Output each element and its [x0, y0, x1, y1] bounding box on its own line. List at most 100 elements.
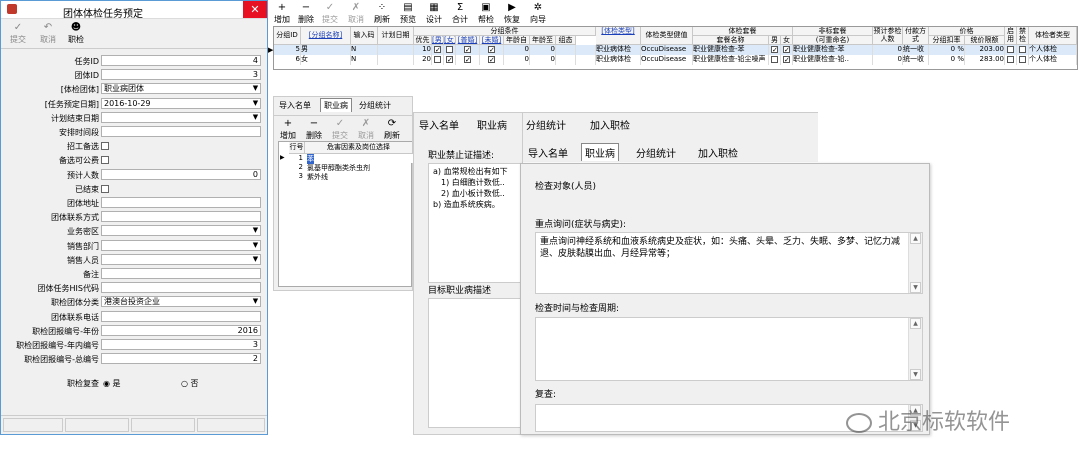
grid-cell-prio[interactable]: 20 — [414, 55, 432, 65]
grid-cell-male[interactable] — [432, 45, 444, 55]
panel-tab-occu[interactable]: 职业病 — [474, 116, 510, 133]
grid-cell-id[interactable]: 6 — [274, 55, 301, 65]
grid-cell-married[interactable] — [456, 55, 480, 65]
chevron-down-icon[interactable]: ▼ — [251, 84, 260, 93]
time-text[interactable]: ▲ ▼ — [535, 317, 923, 381]
grid-checkbox[interactable] — [1007, 45, 1014, 53]
grid-cell-etype[interactable]: OccuDisease — [641, 45, 693, 55]
col-plan[interactable]: 计划日期 — [378, 27, 414, 45]
field-checkbox[interactable] — [101, 184, 109, 193]
panel-tab-join[interactable]: 加入职检 — [587, 116, 633, 133]
grid-cell-exam[interactable]: 职业病体检 — [596, 55, 641, 65]
grid-cell-id[interactable]: 5 — [274, 45, 301, 55]
grid-cell-grp[interactable] — [556, 55, 576, 65]
grid-cell-pay[interactable]: 统一收 — [903, 55, 929, 65]
col-age-to[interactable]: 年龄至 — [530, 36, 556, 45]
col-id[interactable]: 分组ID — [274, 27, 301, 45]
col-est[interactable]: 预计参检人数 — [873, 27, 903, 45]
grid-cell-en[interactable] — [1005, 55, 1017, 65]
key-inquiry-text[interactable]: 重点询问神经系统和血液系统病史及症状，如：头痛、头晕、乏力、失眠、多梦、记忆力减… — [535, 232, 923, 294]
col-grp[interactable]: 组态 — [556, 36, 576, 45]
grid-cell-est[interactable]: 0 — [873, 45, 903, 55]
mid-tab-occu[interactable]: 职业病 — [320, 98, 352, 112]
close-button[interactable]: ✕ — [243, 1, 267, 18]
chevron-down-icon[interactable]: ▼ — [251, 241, 260, 250]
help-button[interactable]: ▣ 帮检 — [474, 2, 498, 25]
grid-cell-who[interactable]: 个人体检 — [1029, 45, 1077, 55]
cancel-button-main[interactable]: ✗ 取消 — [344, 2, 368, 25]
col-enabled[interactable]: 启用 — [1005, 27, 1017, 45]
field-input[interactable]: 职业病团体 ▼ — [101, 83, 261, 95]
mid-add-button[interactable]: + 增加 — [276, 118, 300, 141]
mid-submit-button[interactable]: ✓ 提交 — [328, 118, 352, 141]
submit-button[interactable]: ✓ 提交 — [5, 21, 31, 45]
mid-refresh-button[interactable]: ⟳ 刷新 — [380, 118, 404, 141]
grid-checkbox[interactable] — [464, 45, 471, 53]
grid-cell-x[interactable] — [576, 45, 596, 55]
field-input[interactable]: 2016-10-29 ▼ — [101, 97, 261, 109]
chevron-down-icon[interactable]: ▼ — [251, 113, 260, 122]
grid-cell-code[interactable]: N — [351, 45, 378, 55]
grid-cell-female[interactable] — [444, 55, 456, 65]
grid-checkbox[interactable] — [783, 45, 790, 53]
grid-cell-married[interactable] — [456, 45, 480, 55]
grid-cell-pkgname[interactable]: 职业健康检查-铅尘噪声 — [693, 55, 769, 65]
sum-button[interactable]: Σ 合计 — [448, 2, 472, 25]
hazard-row[interactable]: 3 紫外线 — [279, 172, 413, 181]
grid-checkbox[interactable] — [1007, 55, 1014, 63]
mid-tab-import[interactable]: 导入名单 — [276, 99, 314, 112]
mid-delete-button[interactable]: − 删除 — [302, 118, 326, 141]
grid-cell-female[interactable] — [444, 45, 456, 55]
grid-checkbox[interactable] — [771, 55, 778, 63]
col-forbid[interactable]: 禁检 — [1017, 27, 1029, 45]
grid-cell-nonstd[interactable]: 职业健康检查-苯 — [793, 45, 873, 55]
refresh-button[interactable]: ⁘ 刷新 — [370, 2, 394, 25]
field-checkbox[interactable] — [101, 156, 109, 165]
grid-cell-agefrom[interactable]: 0 — [504, 45, 530, 55]
col-disc[interactable]: 分组扣率 — [929, 36, 965, 45]
field-input[interactable] — [101, 268, 261, 279]
col-exam-key[interactable]: 体检类型健值 — [641, 27, 693, 45]
grid-cell-ageto[interactable]: 0 — [530, 55, 556, 65]
grid-cell-nonstd[interactable]: 职业健康检查-铅.. — [793, 55, 873, 65]
forbid-text[interactable]: a) 血常规检出有如下 1) 白细胞计数低.. 2) 血小板计数低.. b) 造… — [428, 163, 524, 283]
wizard-button[interactable]: ✲ 向导 — [526, 2, 550, 25]
grid-cell-name[interactable]: 女 — [301, 55, 351, 65]
field-input[interactable] — [101, 310, 261, 322]
field-input[interactable]: 0 — [101, 168, 261, 180]
field-input[interactable] — [101, 126, 261, 137]
grid-cell-grp[interactable] — [556, 45, 576, 55]
col-pkg-name[interactable]: 套餐名称 — [693, 36, 769, 45]
grid-cell-agefrom[interactable]: 0 — [504, 55, 530, 65]
grid-checkbox[interactable] — [464, 55, 471, 63]
time-scrollbar[interactable]: ▲ ▼ — [908, 318, 922, 380]
add-button[interactable]: + 增加 — [270, 2, 294, 25]
grid-checkbox[interactable] — [446, 55, 453, 63]
grid-cell-m[interactable] — [769, 55, 781, 65]
grid-checkbox[interactable] — [434, 45, 441, 53]
field-input[interactable]: 2 — [101, 353, 261, 365]
grid-cell-disc[interactable]: 0 % — [929, 45, 965, 55]
grid-checkbox[interactable] — [446, 45, 453, 53]
chevron-down-icon[interactable]: ▼ — [251, 297, 260, 306]
submit-button-main[interactable]: ✓ 提交 — [318, 2, 342, 25]
col-male[interactable]: [男] — [432, 36, 444, 45]
grid-cell-en[interactable] — [1005, 45, 1017, 55]
col-pkg-m[interactable]: 男 — [769, 36, 781, 45]
col-nonstd-rename[interactable]: (可重命名) — [793, 36, 873, 45]
grid-cell-pkgname[interactable]: 职业健康检查-苯 — [693, 45, 769, 55]
grid-cell-f[interactable] — [781, 45, 793, 55]
col-pay[interactable]: 付款方式 — [903, 27, 929, 45]
grid-checkbox[interactable] — [783, 55, 790, 63]
dlg-tab-import[interactable]: 导入名单 — [525, 144, 571, 161]
dlg-tab-join[interactable]: 加入职检 — [695, 144, 741, 161]
chevron-down-icon[interactable]: ▼ — [251, 226, 260, 235]
grid-checkbox[interactable] — [771, 45, 778, 53]
grid-cell-f[interactable] — [781, 55, 793, 65]
grid-cell-name[interactable]: 男 — [301, 45, 351, 55]
grid-cell-code[interactable]: N — [351, 55, 378, 65]
grid-cell-who[interactable]: 个人体检 — [1029, 55, 1077, 65]
grid-cell-prio[interactable]: 10 — [414, 45, 432, 55]
field-input[interactable]: 4 — [101, 55, 261, 66]
design-button[interactable]: ▦ 设计 — [422, 2, 446, 25]
